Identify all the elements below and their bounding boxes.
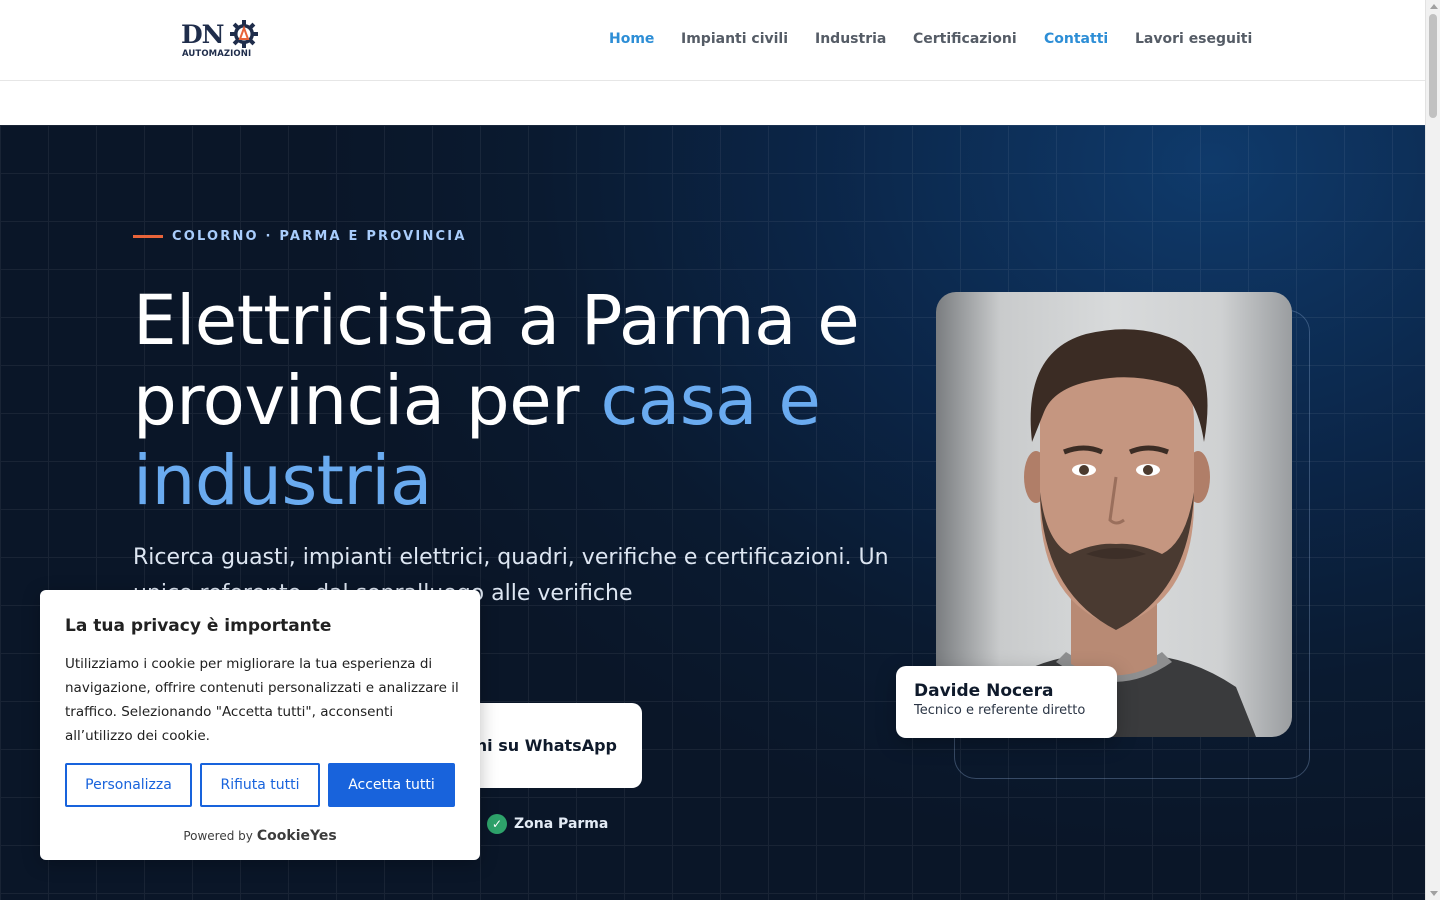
nav-contatti[interactable]: Contatti bbox=[1044, 31, 1108, 47]
cookieyes-logo[interactable]: CookieYes bbox=[257, 828, 337, 844]
nav-impianti-civili[interactable]: Impianti civili bbox=[681, 31, 788, 47]
nav-home[interactable]: Home bbox=[609, 31, 654, 47]
nav-lavori-eseguiti[interactable]: Lavori eseguiti bbox=[1135, 31, 1252, 47]
hero-eyebrow: COLORNO · PARMA E PROVINCIA bbox=[133, 228, 467, 244]
reject-all-button[interactable]: Rifiuta tutti bbox=[200, 763, 320, 807]
person-name: Davide Nocera bbox=[914, 681, 1054, 701]
zone-badge: ✓ Zona Parma bbox=[487, 814, 608, 834]
nav-industria[interactable]: Industria bbox=[815, 31, 886, 47]
check-icon: ✓ bbox=[487, 814, 507, 834]
zone-badge-label: Zona Parma bbox=[514, 816, 609, 832]
person-role: Tecnico e referente diretto bbox=[914, 703, 1086, 718]
customize-button[interactable]: Personalizza bbox=[65, 763, 192, 807]
hero-title: Elettricista a Parma e provincia per cas… bbox=[133, 281, 933, 521]
eyebrow-line bbox=[133, 234, 163, 238]
whatsapp-button-label: ni su WhatsApp bbox=[475, 736, 617, 755]
powered-by-label: Powered by bbox=[183, 829, 253, 843]
eyebrow-text: COLORNO · PARMA E PROVINCIA bbox=[172, 228, 467, 244]
cookie-text: Utilizziamo i cookie per migliorare la t… bbox=[65, 656, 459, 744]
accept-all-button[interactable]: Accetta tutti bbox=[328, 763, 455, 807]
cookie-powered-by: Powered by CookieYes bbox=[40, 828, 480, 844]
scrollbar-thumb[interactable] bbox=[1429, 14, 1437, 118]
scroll-down-icon[interactable] bbox=[1430, 891, 1438, 896]
cookie-banner: La tua privacy è importante Utilizziamo … bbox=[40, 590, 480, 860]
scroll-up-icon[interactable] bbox=[1430, 4, 1438, 9]
page-scrollbar[interactable] bbox=[1425, 0, 1440, 900]
cookie-title: La tua privacy è importante bbox=[65, 616, 332, 636]
main-nav: Home Impianti civili Industria Certifica… bbox=[0, 31, 1425, 51]
nav-certificazioni[interactable]: Certificazioni bbox=[913, 31, 1017, 47]
site-header: DN AUTOMAZIONI Home Impianti civili Indu… bbox=[0, 0, 1425, 81]
header-spacer bbox=[0, 81, 1425, 125]
person-card: Davide Nocera Tecnico e referente dirett… bbox=[896, 666, 1117, 738]
